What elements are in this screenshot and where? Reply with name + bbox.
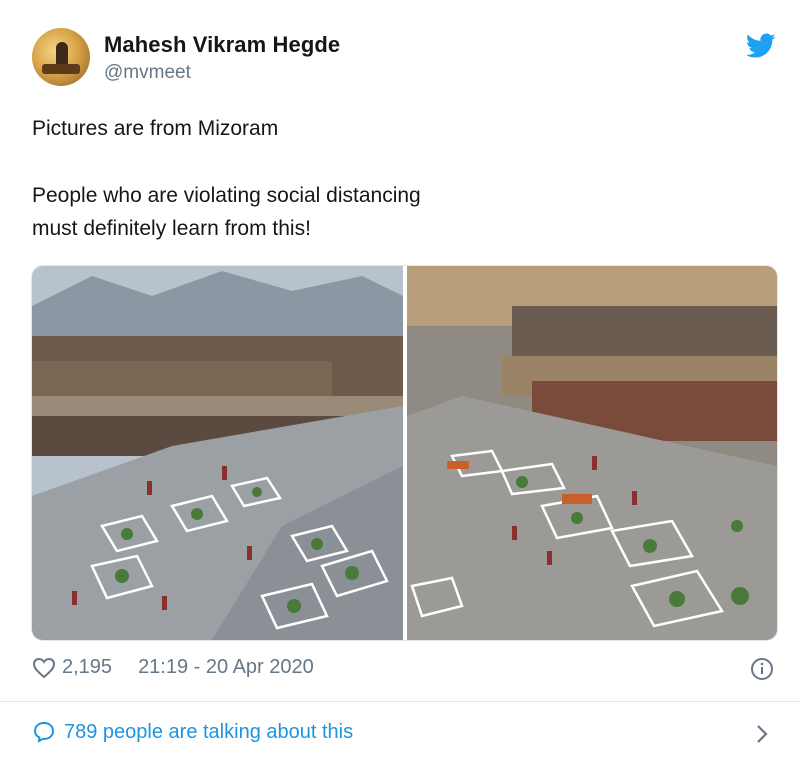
chevron-right-icon[interactable] (754, 723, 770, 745)
photo-left[interactable] (32, 266, 403, 640)
tweet-text-line-1: Pictures are from Mizoram (32, 117, 279, 140)
conversation-count[interactable]: 789 people are talking about this (64, 721, 353, 744)
speech-bubble-icon (33, 721, 55, 743)
tweet-card: Mahesh Vikram Hegde @mvmeet Pictures are… (0, 0, 800, 759)
tweet-text-line-3: must definitely learn from this! (32, 217, 311, 240)
photo-right[interactable] (407, 266, 777, 640)
avatar-bench (42, 64, 80, 74)
tweet-meta: 2,195 21:19 - 20 Apr 2020 (32, 656, 314, 679)
tweet-timestamp[interactable]: 21:19 - 20 Apr 2020 (138, 656, 314, 679)
tweet-text-line-2: People who are violating social distanci… (32, 184, 421, 207)
heart-icon[interactable] (32, 657, 56, 679)
info-icon[interactable] (750, 657, 774, 681)
author-name[interactable]: Mahesh Vikram Hegde (104, 32, 340, 58)
author-handle[interactable]: @mvmeet (104, 62, 191, 84)
tweet-photos (31, 265, 778, 641)
conversation-link[interactable]: 789 people are talking about this (32, 720, 353, 744)
like-count[interactable]: 2,195 (62, 656, 112, 679)
divider (0, 701, 800, 702)
twitter-bird-icon[interactable] (746, 33, 776, 59)
avatar[interactable] (32, 28, 90, 86)
